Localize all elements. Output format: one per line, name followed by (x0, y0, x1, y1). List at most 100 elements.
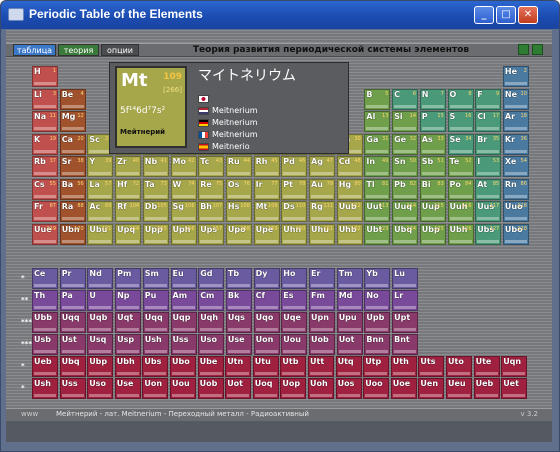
element-cell[interactable]: Usb (32, 334, 58, 355)
element-cell[interactable]: Ra 88 (59, 201, 86, 222)
element-cell[interactable]: Uot (225, 378, 252, 399)
element-cell[interactable]: Ubt 123 (364, 223, 391, 245)
element-cell[interactable]: Uqt (115, 312, 142, 333)
minimize-button[interactable]: _ (474, 6, 494, 24)
element-cell[interactable]: K 19 (32, 133, 58, 155)
element-cell[interactable]: Ubs 127 (475, 223, 502, 245)
element-cell[interactable]: F9 (475, 88, 502, 110)
element-cell[interactable]: Nd (87, 268, 114, 289)
element-cell[interactable]: Use (114, 378, 141, 399)
element-cell[interactable]: Bh 107 (198, 201, 225, 222)
element-cell[interactable]: Dy (253, 268, 280, 289)
element-cell[interactable]: Uop (280, 378, 307, 399)
element-cell[interactable]: Uut 113 (364, 201, 391, 222)
element-cell[interactable]: Uto (446, 356, 472, 377)
element-cell[interactable]: Ta 73 (142, 178, 169, 200)
element-cell[interactable]: Fr 87 (32, 201, 58, 222)
element-cell[interactable]: Os 76 (225, 178, 252, 200)
element-cell[interactable]: Bnn (364, 334, 391, 355)
element-cell[interactable]: Uqo (253, 312, 280, 333)
element-cell[interactable]: He 2 (502, 66, 529, 87)
element-cell[interactable]: Ubb (32, 312, 58, 333)
element-cell[interactable]: Lu (392, 268, 419, 289)
element-cell[interactable]: Cf (253, 290, 280, 311)
element-cell[interactable]: Uoo (363, 378, 390, 399)
element-cell[interactable]: Pb 82 (392, 178, 419, 200)
element-cell[interactable]: Li 3 (32, 88, 58, 110)
element-cell[interactable]: Ubh (114, 356, 141, 377)
element-cell[interactable]: Uuh 116 (447, 201, 474, 222)
element-cell[interactable]: Ne 10 (502, 88, 529, 110)
element-cell[interactable]: Utb (280, 356, 307, 377)
element-cell[interactable]: Mo 42 (170, 156, 197, 177)
element-cell[interactable]: Uuq 114 (392, 201, 419, 222)
element-cell[interactable]: Uqb (87, 312, 114, 333)
element-cell[interactable]: Ubo 128 (502, 223, 529, 245)
element-cell[interactable]: Uub 112 (336, 201, 363, 222)
element-cell[interactable]: Rh 45 (253, 156, 280, 177)
element-cell[interactable]: Sn 50 (392, 156, 419, 177)
element-cell[interactable]: Uet (501, 378, 528, 399)
element-cell[interactable]: Th (32, 290, 58, 311)
element-cell[interactable]: Kr 36 (502, 133, 529, 155)
element-cell[interactable]: Y 39 (87, 156, 114, 177)
element-cell[interactable]: Ubh 126 (447, 223, 474, 245)
element-cell[interactable]: Uos (335, 378, 362, 399)
element-cell[interactable]: Uon (253, 334, 280, 355)
element-cell[interactable]: Ds 110 (281, 201, 308, 222)
element-cell[interactable]: Sg 106 (170, 201, 197, 222)
element-cell[interactable]: Uus 117 (475, 201, 502, 222)
element-cell[interactable]: Upu (336, 312, 363, 333)
element-cell[interactable]: Eu (170, 268, 197, 289)
element-cell[interactable]: Uqs (225, 312, 252, 333)
element-cell[interactable]: Ho (281, 268, 308, 289)
element-cell[interactable]: Ce (32, 268, 58, 289)
element-cell[interactable]: As 33 (419, 133, 446, 155)
element-cell[interactable]: Upb (364, 312, 391, 333)
tab-theory[interactable]: теория (58, 44, 99, 56)
element-cell[interactable]: Mg 12 (59, 111, 86, 132)
element-cell[interactable]: Uts (418, 356, 445, 377)
element-cell[interactable]: Pt 78 (281, 178, 308, 200)
element-cell[interactable]: Uth (390, 356, 417, 377)
element-cell[interactable]: N7 (419, 88, 446, 110)
element-cell[interactable]: Nb 41 (142, 156, 169, 177)
element-cell[interactable]: Re 75 (198, 178, 225, 200)
element-cell[interactable]: I 53 (475, 156, 502, 177)
element-cell[interactable]: Sr 38 (59, 156, 86, 177)
element-cell[interactable]: Hg 80 (336, 178, 363, 200)
element-cell[interactable]: Yb (364, 268, 391, 289)
element-cell[interactable]: Uon (142, 378, 169, 399)
element-cell[interactable]: No (364, 290, 391, 311)
element-cell[interactable]: Db 105 (142, 201, 169, 222)
element-cell[interactable]: Uqp (170, 312, 197, 333)
element-cell[interactable]: At 85 (475, 178, 502, 200)
element-cell[interactable]: Utp (363, 356, 390, 377)
element-cell[interactable]: Upn (309, 312, 335, 333)
element-cell[interactable]: B5 (364, 88, 391, 110)
maximize-button[interactable]: □ (496, 6, 516, 24)
element-cell[interactable]: Bnt (392, 334, 419, 355)
element-cell[interactable]: Ute (473, 356, 500, 377)
element-cell[interactable]: Uob (309, 334, 335, 355)
element-cell[interactable]: Cs 55 (32, 178, 58, 200)
element-cell[interactable]: Pm (115, 268, 142, 289)
element-cell[interactable]: Utn (225, 356, 252, 377)
element-cell[interactable]: Uss (170, 334, 197, 355)
element-cell[interactable]: Usp (115, 334, 142, 355)
element-cell[interactable]: Hs 108 (225, 201, 252, 222)
element-cell[interactable]: Uso (87, 378, 114, 399)
element-cell[interactable]: Upp 155 (142, 223, 169, 245)
element-cell[interactable]: Sm (142, 268, 169, 289)
element-cell[interactable]: Al 13 (364, 111, 391, 132)
element-cell[interactable]: Utq (335, 356, 362, 377)
element-cell[interactable]: Ru 44 (225, 156, 252, 177)
element-cell[interactable]: Uss (59, 378, 86, 399)
element-cell[interactable]: Np (115, 290, 142, 311)
element-cell[interactable]: Ca 20 (59, 133, 86, 155)
element-cell[interactable]: Usq (87, 334, 114, 355)
element-cell[interactable]: Upe 159 (253, 223, 280, 245)
element-cell[interactable]: Rb 37 (32, 156, 58, 177)
element-cell[interactable]: Ba 56 (59, 178, 86, 200)
element-cell[interactable]: Ga 31 (364, 133, 391, 155)
